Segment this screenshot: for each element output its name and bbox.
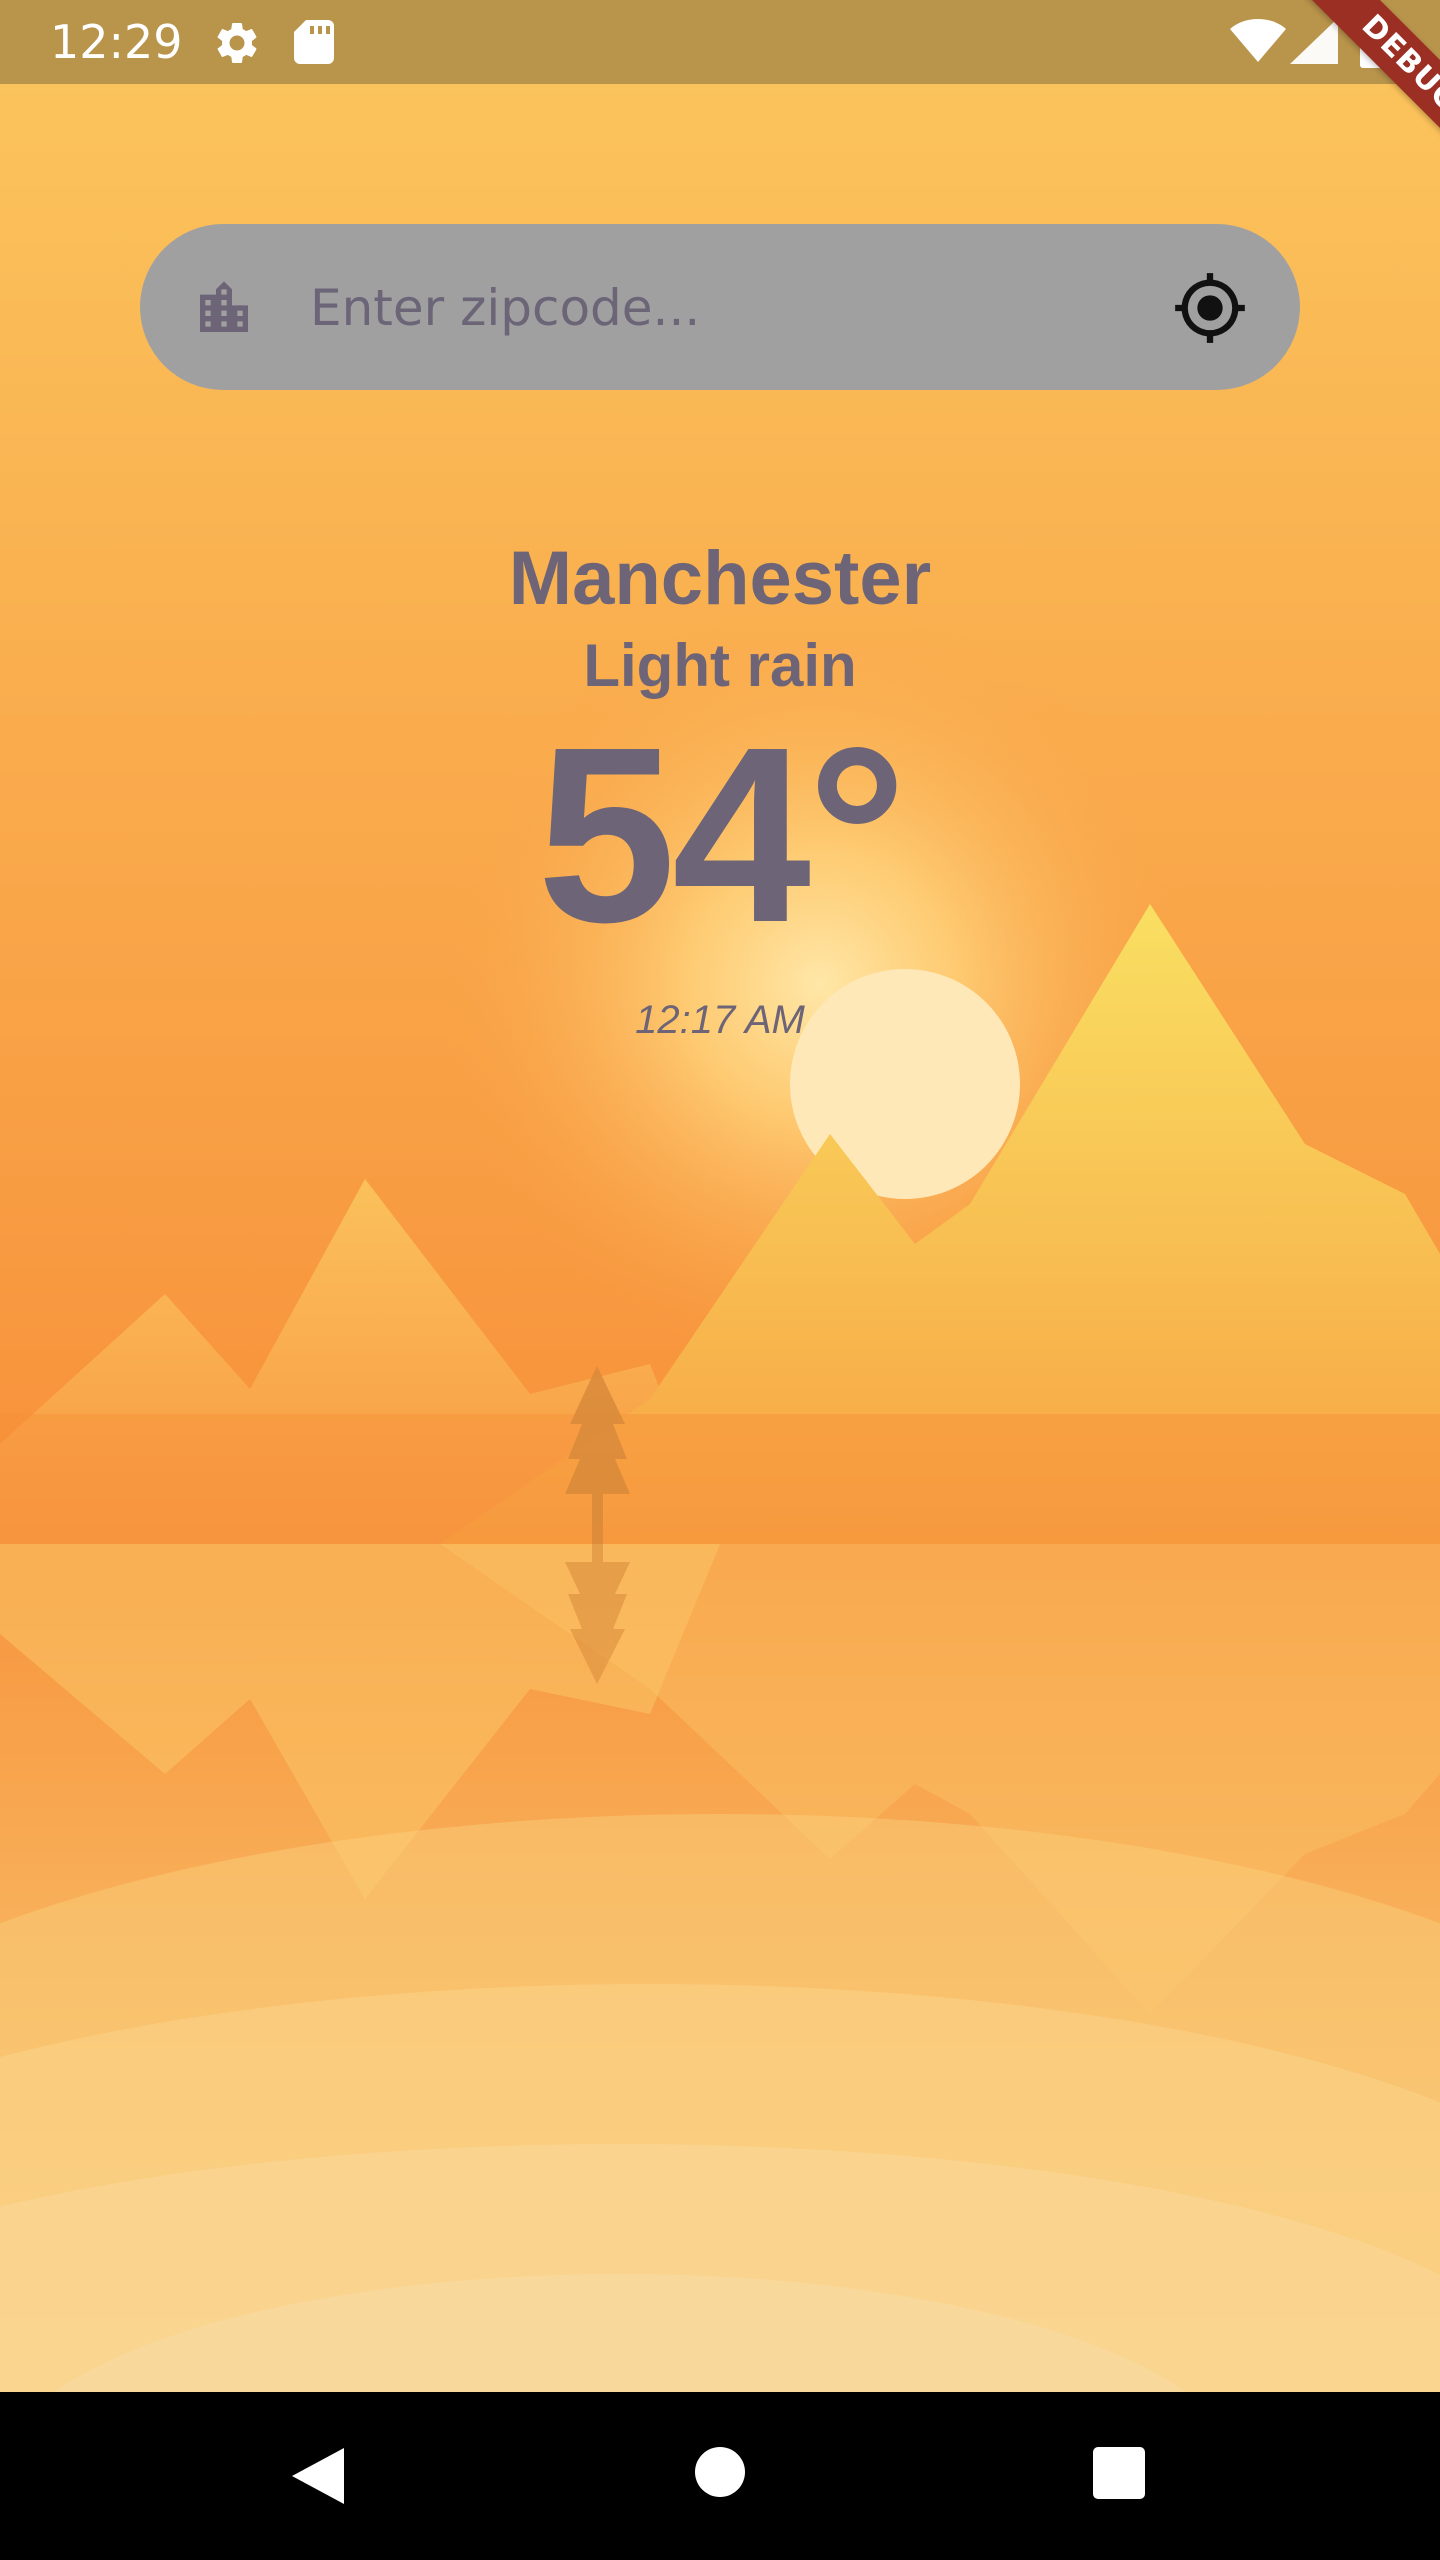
home-icon[interactable]: [694, 2446, 746, 2502]
city-name: Manchester: [508, 536, 932, 621]
navigation-bar: [0, 2392, 1440, 2560]
wifi-icon: [1230, 18, 1286, 68]
weather-scene: Manchester Light rain 54° 12:17 AM: [0, 84, 1440, 2392]
zipcode-input[interactable]: [308, 264, 1092, 352]
zipcode-search-bar[interactable]: [140, 224, 1300, 390]
weather-condition: Light rain: [583, 632, 857, 699]
back-icon[interactable]: [288, 2444, 348, 2512]
sd-card-icon: [292, 18, 336, 70]
status-time: 12:29: [50, 15, 183, 69]
cell-signal-icon: [1290, 18, 1338, 68]
recents-icon[interactable]: [1092, 2446, 1146, 2504]
settings-icon: [212, 18, 262, 72]
weather-summary: Manchester Light rain 54° 12:17 AM: [0, 524, 1440, 1050]
landscape-illustration: [0, 84, 1440, 2392]
updated-time: 12:17 AM: [635, 998, 805, 1042]
temperature: 54°: [536, 695, 907, 974]
status-bar: 12:29: [0, 0, 1440, 84]
